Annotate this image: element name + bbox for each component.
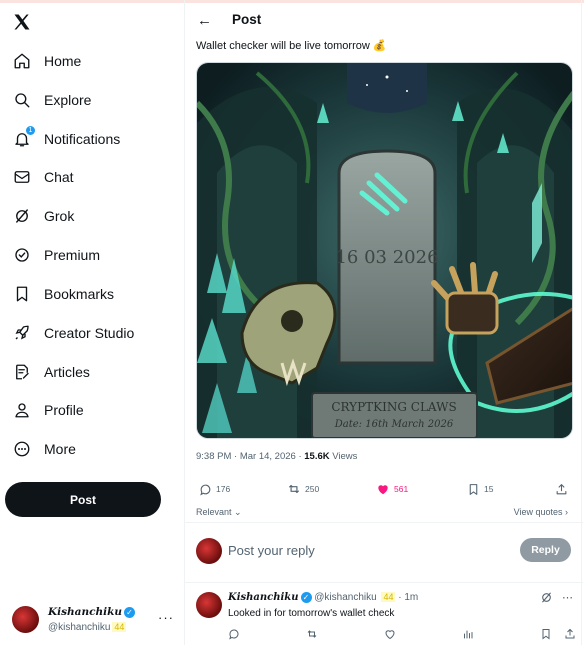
reply-icon[interactable]: [227, 627, 241, 641]
sidebar-item-premium[interactable]: Premium: [12, 238, 100, 272]
search-icon: [12, 90, 32, 110]
avatar: [196, 538, 222, 564]
sidebar-item-bookmarks[interactable]: Bookmarks: [12, 277, 114, 311]
share-icon[interactable]: [563, 627, 577, 641]
bookmark-icon: [466, 482, 480, 496]
sidebar-item-chat[interactable]: Chat: [12, 160, 74, 194]
plaque-title-text: CRYPTKING CLAWS: [331, 400, 456, 414]
account-handle: @kishanchiku 44: [48, 622, 127, 633]
sidebar-item-creator-studio[interactable]: Creator Studio: [12, 316, 134, 350]
reply-text: Looked in for tomorrow's wallet check: [228, 608, 395, 619]
back-arrow-icon[interactable]: ←: [197, 12, 212, 29]
bookmark-icon: [12, 284, 32, 304]
heart-icon[interactable]: [383, 627, 397, 641]
sidebar-item-label: Home: [44, 53, 82, 69]
x-logo-icon[interactable]: [12, 12, 34, 34]
sidebar-item-more[interactable]: More: [12, 432, 76, 466]
reply-icon: [198, 482, 212, 496]
more-icon[interactable]: ⋯: [562, 591, 573, 604]
reply-author-tag: 44: [381, 592, 396, 603]
stone-date-text: 16 03 2026: [335, 247, 438, 268]
reply-button[interactable]: Reply: [520, 538, 571, 562]
divider: [185, 522, 583, 523]
home-icon: [12, 51, 32, 71]
account-switcher[interactable]: Kishanchiku ✓ @kishanchiku 44 ···: [12, 604, 182, 638]
chevron-right-icon: ›: [562, 507, 568, 517]
sidebar-item-label: Grok: [44, 208, 75, 224]
sidebar-item-home[interactable]: Home: [12, 44, 81, 78]
grok-icon: [12, 206, 32, 226]
bell-icon: 1: [12, 126, 35, 149]
person-icon: [12, 400, 32, 420]
sidebar-item-label: Creator Studio: [44, 325, 135, 341]
sidebar-item-label: Premium: [44, 247, 101, 263]
page-title: Post: [232, 12, 262, 27]
sidebar-item-label: Notifications: [44, 131, 121, 147]
reply-sort-dropdown[interactable]: Relevant ⌄: [196, 507, 242, 518]
sidebar-item-label: Articles: [44, 364, 90, 380]
reply-actions: [185, 627, 583, 643]
bookmark-action[interactable]: 15: [466, 482, 493, 496]
tweet-actions: 176 250 561 15: [185, 482, 583, 502]
heart-filled-icon: [376, 482, 390, 496]
more-circle-icon: [12, 439, 32, 459]
sidebar-item-explore[interactable]: Explore: [12, 83, 91, 117]
notification-badge: 1: [26, 126, 35, 135]
chevron-down-icon: ⌄: [231, 507, 242, 517]
sidebar-item-label: Bookmarks: [44, 286, 115, 302]
verified-icon: [12, 245, 32, 265]
views-count: 15.6K: [304, 451, 330, 462]
mail-icon: [12, 167, 32, 187]
reply-action[interactable]: 176: [198, 482, 230, 496]
grok-icon[interactable]: [540, 591, 554, 605]
post-button[interactable]: Post: [5, 482, 161, 517]
like-action[interactable]: 561: [376, 482, 408, 496]
sidebar-item-label: Explore: [44, 92, 92, 108]
tweet-image[interactable]: 16 03 2026 CRYPTKING CLAWS Date: 16th Ma…: [196, 62, 573, 439]
tweet-meta: 9:38 PM · Mar 14, 2026 · 15.6K Views: [196, 451, 358, 462]
account-more-icon[interactable]: ···: [158, 610, 174, 625]
account-name: Kishanchiku ✓: [48, 606, 136, 618]
plaque-date-text: Date: 16th March 2026: [334, 419, 454, 430]
sidebar-item-label: More: [44, 441, 76, 457]
sidebar: Home Explore 1 Notifications Chat Grok P…: [0, 0, 184, 645]
avatar[interactable]: [196, 592, 222, 618]
sidebar-item-grok[interactable]: Grok: [12, 199, 74, 233]
tweet-text: Wallet checker will be live tomorrow 💰: [196, 40, 387, 52]
view-quotes-link[interactable]: View quotes ›: [514, 507, 568, 517]
rocket-icon: [12, 323, 32, 343]
repost-icon[interactable]: [305, 627, 319, 641]
reply-author-name[interactable]: Kishanchiku: [228, 592, 299, 603]
sidebar-item-label: Chat: [44, 169, 74, 185]
reply-input[interactable]: Post your reply: [228, 543, 315, 558]
account-tag: 44: [112, 622, 127, 632]
reply-header: Kishanchiku ✓ @kishanchiku 44 · 1m: [228, 592, 418, 603]
sidebar-item-profile[interactable]: Profile: [12, 393, 84, 427]
sidebar-item-label: Profile: [44, 402, 84, 418]
sidebar-item-articles[interactable]: Articles: [12, 355, 90, 389]
repost-icon: [287, 482, 301, 496]
divider: [185, 582, 583, 583]
repost-action[interactable]: 250: [287, 482, 319, 496]
share-icon: [554, 482, 568, 496]
post-detail: ← Post Wallet checker will be live tomor…: [184, 0, 583, 645]
bookmark-icon[interactable]: [539, 627, 553, 641]
reply-author-handle[interactable]: @kishanchiku: [314, 592, 376, 603]
sidebar-item-notifications[interactable]: 1 Notifications: [12, 122, 120, 156]
avatar: [12, 606, 39, 633]
reply-time: · 1m: [398, 592, 419, 604]
verified-badge-icon: ✓: [300, 592, 312, 603]
verified-badge-icon: ✓: [124, 606, 136, 618]
share-action[interactable]: [554, 482, 568, 496]
analytics-icon[interactable]: [461, 627, 475, 641]
article-icon: [12, 362, 32, 382]
